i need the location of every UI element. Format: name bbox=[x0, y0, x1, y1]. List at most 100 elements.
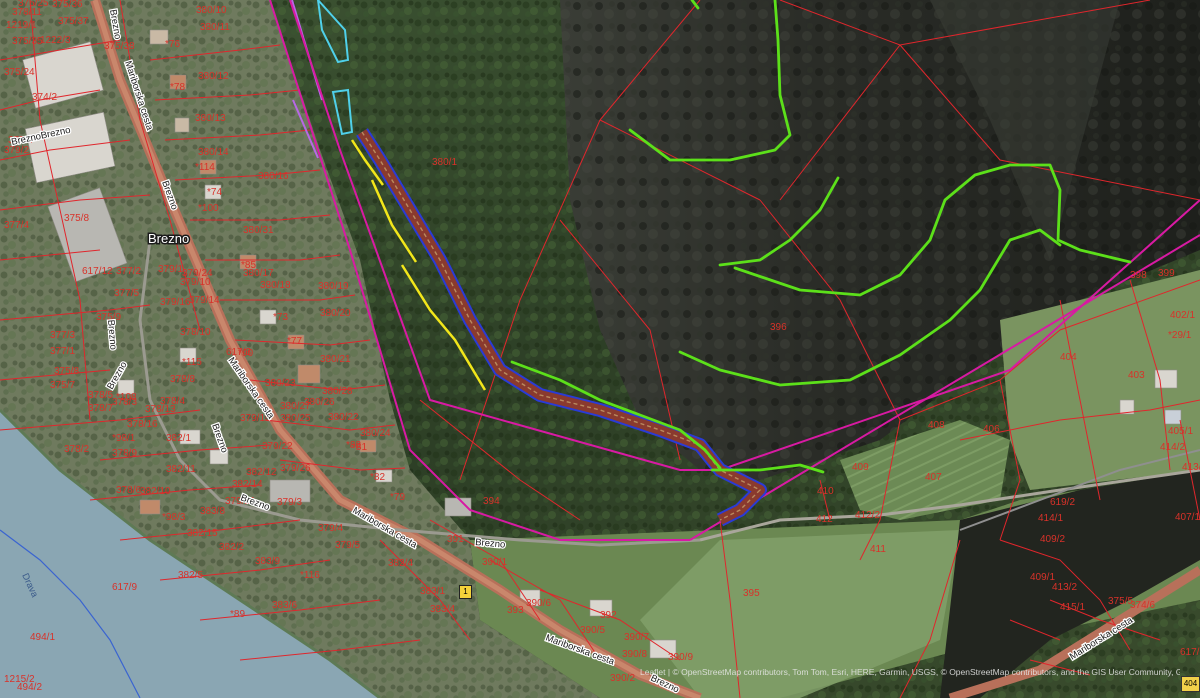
parcel-label: 380/19 bbox=[318, 281, 349, 292]
parcel-label: 375/37 bbox=[58, 16, 89, 27]
parcel-label: 390/9 bbox=[668, 652, 693, 663]
parcel-label: 383/4 bbox=[430, 604, 455, 615]
parcel-label: 378/16 bbox=[127, 419, 158, 430]
parcel-label: 404 bbox=[1060, 352, 1077, 363]
place-label-brezno[interactable]: Brezno bbox=[147, 230, 191, 248]
parcel-label: 377/2 bbox=[116, 266, 141, 277]
parcel-label: 375/5 bbox=[1108, 596, 1133, 607]
parcel-label: 403 bbox=[1128, 370, 1145, 381]
parcel-label: *98/1 bbox=[112, 433, 136, 444]
parcel-label: 383/1 bbox=[420, 586, 445, 597]
parcel-label: 379/16 bbox=[160, 297, 191, 308]
parcel-label: 415/1 bbox=[1060, 602, 1085, 613]
parcel-label: 378/10 bbox=[180, 327, 211, 338]
parcel-label: 379/5 bbox=[335, 540, 360, 551]
map-canvas[interactable]: 380/10380/11380/12380/13380/14380/16380/… bbox=[0, 0, 1200, 698]
parcel-label: 375/7 bbox=[50, 380, 75, 391]
parcel-label: 378/9 bbox=[112, 448, 137, 459]
parcel-label: 407 bbox=[925, 472, 942, 483]
parcel-label: 380/31 bbox=[243, 225, 274, 236]
parcel-label: 409/1 bbox=[1030, 572, 1055, 583]
parcel-label: 380/24 bbox=[360, 428, 391, 439]
parcel-label: 379/3 bbox=[277, 497, 302, 508]
parcel-label: 377/5 bbox=[114, 288, 139, 299]
parcel-label: 380/10 bbox=[196, 5, 227, 16]
parcel-label: 390/7 bbox=[624, 632, 649, 643]
parcel-label: *78 bbox=[170, 82, 185, 93]
parcel-label: *29/1 bbox=[1168, 330, 1192, 341]
parcel-label: 1222/3 bbox=[40, 35, 71, 46]
parcel-label: 408 bbox=[928, 420, 945, 431]
parcel-label: 378/2 bbox=[64, 444, 89, 455]
parcel-label: 375/35 bbox=[12, 36, 43, 47]
parcel-label: 405/1 bbox=[1168, 426, 1193, 437]
parcel-label: 392 bbox=[600, 610, 617, 621]
parcel-label: 377/3 bbox=[50, 330, 75, 341]
parcel-label: 393 bbox=[507, 605, 524, 616]
parcel-label: 382/10 bbox=[140, 486, 171, 497]
parcel-label: 390/6 bbox=[526, 598, 551, 609]
parcel-label: 375/36 bbox=[52, 0, 83, 10]
parcel-label: 382/12 bbox=[246, 467, 277, 478]
parcel-label: *114 bbox=[195, 162, 215, 173]
route-shield: 1 bbox=[459, 585, 472, 599]
parcel-label: 1215/2 bbox=[4, 674, 35, 685]
parcel-label: 412/2 bbox=[855, 510, 880, 521]
parcel-label: *79 bbox=[390, 492, 405, 503]
parcel-label: 411 bbox=[870, 544, 886, 555]
parcel-label: 382/14 bbox=[232, 479, 263, 490]
parcel-label: 377/4 bbox=[4, 220, 29, 231]
parcel-label: 617/3 bbox=[226, 347, 251, 358]
parcel-label: 413/2 bbox=[1052, 582, 1077, 593]
parcel-label: *85 bbox=[241, 260, 256, 271]
parcel-label: 382/15 bbox=[187, 528, 218, 539]
parcel-label: 398 bbox=[1130, 270, 1147, 281]
parcel-label: 379/4 bbox=[318, 523, 343, 534]
map-view[interactable]: 380/10 380/11 380/12 380/13 380/14 380/16 380/… bbox=[0, 0, 1200, 698]
parcel-label: 412 bbox=[816, 514, 833, 525]
parcel-label: 402/1 bbox=[1170, 310, 1195, 321]
parcel-label: 378/7 bbox=[88, 403, 113, 414]
parcel-label: *73 bbox=[273, 312, 288, 323]
parcel-label: 382/4 bbox=[388, 558, 413, 569]
parcel-label: 378/5 bbox=[88, 390, 113, 401]
parcel-label: 617/1 bbox=[1180, 647, 1200, 658]
parcel-label: *77 bbox=[287, 336, 302, 347]
parcel-label: 394 bbox=[483, 496, 500, 507]
parcel-label: 617/9 bbox=[112, 582, 137, 593]
parcel-label: *74 bbox=[207, 187, 222, 198]
parcel-label: 382/1 bbox=[166, 433, 191, 444]
parcel-label: 380/16 bbox=[258, 171, 289, 182]
parcel-label: *115 bbox=[182, 357, 202, 368]
parcel-label: 378/13 bbox=[145, 404, 176, 415]
parcel-label: 383/8 bbox=[200, 506, 225, 517]
parcel-label: 494/1 bbox=[30, 632, 55, 643]
parcel-label: 406 bbox=[983, 424, 1000, 435]
parcel-label: *89 bbox=[230, 609, 245, 620]
parcel-label: 378/8 bbox=[170, 374, 195, 385]
parcel-label: 379/14 bbox=[189, 295, 220, 306]
parcel-label: 422 bbox=[0, 0, 17, 3]
parcel-label: 380/23 bbox=[265, 378, 296, 389]
parcel-label: 380/21 bbox=[320, 354, 351, 365]
parcel-label: 390/8 bbox=[622, 649, 647, 660]
parcel-label: 390/2 bbox=[610, 673, 635, 684]
parcel-label: 374/2 bbox=[32, 92, 57, 103]
parcel-label: *116 bbox=[300, 570, 320, 581]
parcel-label: 414/2 bbox=[1160, 442, 1185, 453]
parcel-label: 413/1 bbox=[1182, 462, 1200, 473]
parcel-label: 407/1 bbox=[1175, 512, 1200, 523]
parcel-label: 391 bbox=[447, 534, 464, 545]
parcel-label: 380/12 bbox=[198, 71, 229, 82]
parcel-label: 382/2 bbox=[219, 542, 244, 553]
parcel-label: 396 bbox=[770, 322, 787, 333]
parcel-label: 414/1 bbox=[1038, 513, 1063, 524]
parcel-label: 390/5 bbox=[580, 625, 605, 636]
parcel-label: *98/3 bbox=[162, 512, 186, 523]
parcel-label: *76 bbox=[165, 39, 180, 50]
parcel-label: 374/6 bbox=[1130, 600, 1155, 611]
parcel-label: 375/24 bbox=[4, 67, 35, 78]
parcel-label: 1219/1 bbox=[6, 20, 37, 31]
parcel-label: 375/38 bbox=[104, 41, 135, 52]
parcel-label: 380/11 bbox=[200, 22, 230, 33]
